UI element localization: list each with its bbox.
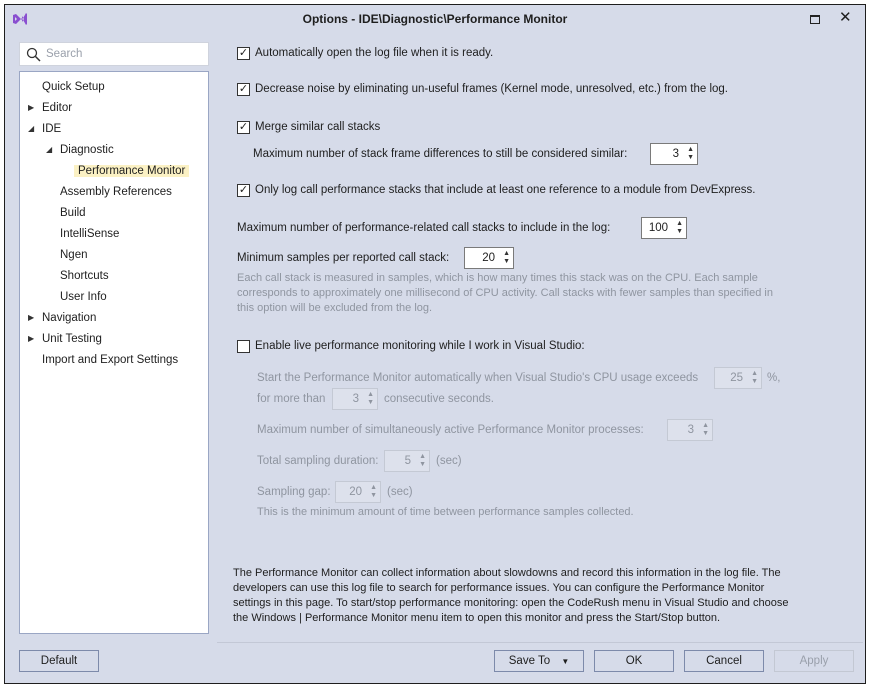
tree-item-label: Unit Testing: [42, 333, 102, 345]
apply-button[interactable]: Apply: [774, 650, 854, 672]
tree-item[interactable]: Shortcuts: [60, 266, 109, 286]
default-button[interactable]: Default: [19, 650, 99, 672]
expanded-arrow-icon[interactable]: ◢: [28, 119, 34, 139]
save-to-button[interactable]: Save To ▼: [494, 650, 584, 672]
tree-item[interactable]: ◢ Diagnostic: [46, 140, 114, 160]
tree-item-label: Import and Export Settings: [42, 354, 179, 366]
spinner-value: 3: [672, 148, 679, 160]
expanded-arrow-icon[interactable]: ◢: [46, 140, 52, 160]
tree-item-label: IDE: [42, 123, 62, 135]
search-icon: [26, 47, 41, 62]
max-processes-label: Maximum number of simultaneously active …: [257, 424, 644, 436]
cpu-threshold-spinner[interactable]: 25 ▲ ▼: [714, 367, 762, 389]
tree-item-label: Performance Monitor: [74, 165, 190, 177]
tree-item-label: Diagnostic: [60, 144, 114, 156]
max-diff-label: Maximum number of stack frame difference…: [253, 148, 628, 160]
tree-item[interactable]: Assembly References: [60, 182, 172, 202]
tree-item[interactable]: ▶ Editor: [28, 98, 73, 118]
info-text: The Performance Monitor can collect info…: [233, 567, 789, 624]
spinner-value: 3: [352, 393, 359, 405]
auto-open-label: Automatically open the log file when it …: [255, 47, 494, 59]
window-title: Options - IDE\Diagnostic\Performance Mon…: [302, 12, 568, 26]
tree-item[interactable]: ▶ Navigation: [28, 308, 97, 328]
collapsed-arrow-icon[interactable]: ▶: [28, 308, 34, 328]
spin-arrows-icon[interactable]: ▲ ▼: [687, 146, 694, 162]
tree-item[interactable]: Performance Monitor: [74, 161, 190, 181]
ok-button[interactable]: OK: [594, 650, 674, 672]
options-dialog: Options - IDE\Diagnostic\Performance Mon…: [4, 4, 866, 684]
cpu-unit-label: %,: [767, 372, 781, 384]
tree-item-label: Assembly References: [60, 186, 172, 198]
only-log-checkbox[interactable]: ✓: [237, 184, 250, 197]
close-button[interactable]: ✕: [839, 8, 852, 26]
dropdown-arrow-icon: ▼: [561, 657, 570, 666]
gap-description: This is the minimum amount of time betwe…: [257, 506, 634, 518]
options-tree[interactable]: Quick Setup ▶ Editor ◢ IDE ◢ Diagnostic Perform…: [19, 71, 209, 634]
duration-spinner[interactable]: 5 ▲ ▼: [384, 450, 430, 472]
tree-item-label: Editor: [42, 102, 73, 114]
tree-item-label: User Info: [60, 291, 107, 303]
spinner-value: 5: [404, 455, 411, 467]
spinner-value: 100: [648, 222, 668, 234]
cancel-button[interactable]: Cancel: [684, 650, 764, 672]
tree-item-label: Shortcuts: [60, 270, 109, 282]
only-log-label: Only log call performance stacks that in…: [255, 184, 756, 196]
spinner-value: 3: [687, 424, 694, 436]
tree-item[interactable]: ▶ Unit Testing: [28, 329, 102, 349]
spin-arrows-icon[interactable]: ▲ ▼: [367, 391, 374, 407]
min-samples-spinner[interactable]: 20 ▲ ▼: [464, 247, 514, 269]
spinner-value: 20: [349, 486, 362, 498]
live-monitoring-checkbox[interactable]: [237, 340, 250, 353]
tree-item-label: Build: [60, 207, 86, 219]
search-placeholder: Search: [46, 48, 83, 60]
spin-arrows-icon[interactable]: ▲ ▼: [702, 422, 709, 438]
max-processes-spinner[interactable]: 3 ▲ ▼: [667, 419, 713, 441]
decrease-noise-label: Decrease noise by eliminating un-useful …: [255, 83, 729, 95]
spinner-value: 25: [730, 372, 743, 384]
tree-item-label: Quick Setup: [42, 81, 105, 93]
spin-arrows-icon[interactable]: ▲ ▼: [370, 484, 377, 500]
max-diff-spinner[interactable]: 3 ▲ ▼: [650, 143, 698, 165]
tree-item[interactable]: Ngen: [60, 245, 88, 265]
seconds-spinner[interactable]: 3 ▲ ▼: [332, 388, 378, 410]
live-monitoring-label: Enable live performance monitoring while…: [255, 340, 585, 352]
min-samples-label: Minimum samples per reported call stack:: [237, 252, 450, 264]
search-input[interactable]: Search: [19, 42, 209, 66]
spin-arrows-icon[interactable]: ▲ ▼: [503, 250, 510, 266]
tree-item[interactable]: Build: [60, 203, 86, 223]
decrease-noise-checkbox[interactable]: ✓: [237, 83, 250, 96]
tree-item[interactable]: Quick Setup: [42, 77, 105, 97]
tree-item[interactable]: Import and Export Settings: [42, 350, 178, 370]
cpu-threshold-label: Start the Performance Monitor automatica…: [257, 372, 699, 384]
spin-arrows-icon[interactable]: ▲ ▼: [419, 453, 426, 469]
merge-label: Merge similar call stacks: [255, 121, 381, 133]
divider: [217, 642, 863, 643]
merge-checkbox[interactable]: ✓: [237, 121, 250, 134]
spinner-value: 20: [482, 252, 495, 264]
tree-item-label: IntelliSense: [60, 228, 120, 240]
collapsed-arrow-icon[interactable]: ▶: [28, 329, 34, 349]
gap-label: Sampling gap:: [257, 486, 331, 498]
auto-open-checkbox[interactable]: ✓: [237, 47, 250, 60]
tree-item[interactable]: User Info: [60, 287, 107, 307]
spin-arrows-icon[interactable]: ▲ ▼: [676, 220, 683, 236]
tree-item[interactable]: IntelliSense: [60, 224, 119, 244]
collapsed-arrow-icon[interactable]: ▶: [28, 98, 34, 118]
tree-item-label: Navigation: [42, 312, 97, 324]
duration-label: Total sampling duration:: [257, 455, 379, 467]
maximize-button[interactable]: [805, 10, 825, 30]
gap-unit-label: (sec): [387, 486, 413, 498]
min-samples-description: Each call stack is measured in samples, …: [237, 272, 773, 314]
spin-arrows-icon[interactable]: ▲ ▼: [751, 370, 758, 386]
seconds-unit-label: consecutive seconds.: [384, 393, 494, 405]
tree-item[interactable]: ◢ IDE: [28, 119, 62, 139]
max-stacks-spinner[interactable]: 100 ▲ ▼: [641, 217, 687, 239]
for-more-label: for more than: [257, 393, 326, 405]
max-stacks-label: Maximum number of performance-related ca…: [237, 222, 611, 234]
duration-unit-label: (sec): [436, 455, 462, 467]
tree-item-label: Ngen: [60, 249, 88, 261]
gap-spinner[interactable]: 20 ▲ ▼: [335, 481, 381, 503]
